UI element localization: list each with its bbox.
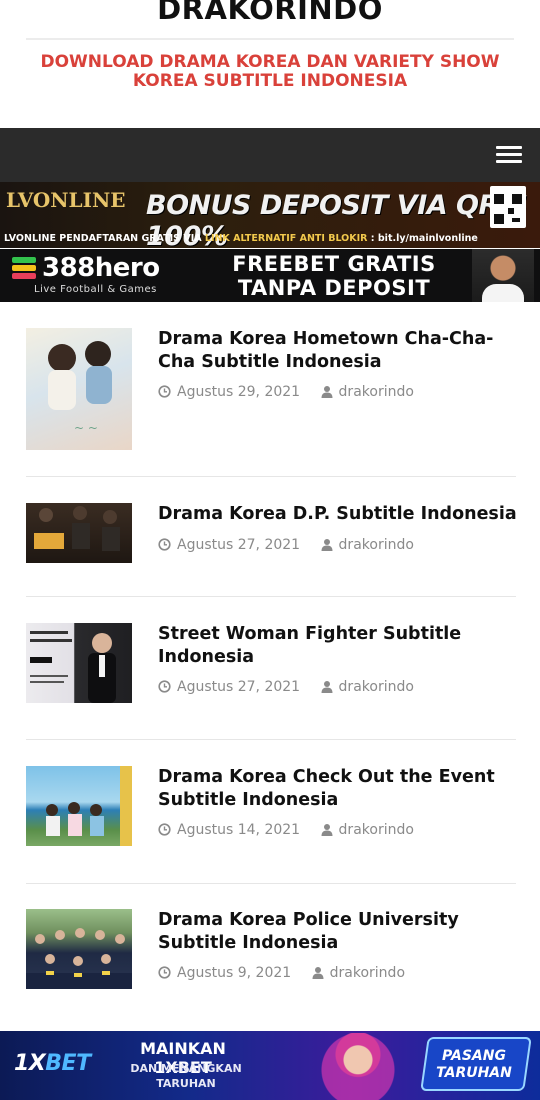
post-date: Agustus 9, 2021 <box>177 965 292 981</box>
site-header: DRAKORINDO DOWNLOAD DRAMA KOREA DAN VARI… <box>0 0 540 128</box>
main-navbar <box>0 128 540 182</box>
post-author[interactable]: drakorindo <box>339 822 414 838</box>
post-thumbnail[interactable] <box>26 503 132 563</box>
post-thumbnail[interactable] <box>26 623 132 703</box>
post-item: Drama Korea D.P. Subtitle Indonesia Agus… <box>26 503 518 563</box>
post-title[interactable]: Drama Korea Check Out the Event Subtitle… <box>158 766 518 812</box>
clock-icon <box>158 823 171 840</box>
post-title[interactable]: Drama Korea Hometown Cha-Cha-Cha Subtitl… <box>158 328 518 374</box>
post-thumbnail[interactable] <box>26 909 132 989</box>
author-meta: drakorindo <box>321 679 414 695</box>
header-divider <box>26 38 514 40</box>
post-author[interactable]: drakorindo <box>339 384 414 400</box>
post-divider <box>26 883 516 884</box>
author-meta: drakorindo <box>321 384 414 400</box>
thumbnail-art: ~ ~ <box>48 341 112 435</box>
thumbnail-art <box>46 766 132 846</box>
clock-icon <box>158 966 171 983</box>
post-divider <box>26 739 516 740</box>
ad-player-image <box>472 249 534 302</box>
ad-model-image <box>318 1033 398 1100</box>
author-meta: drakorindo <box>321 822 414 838</box>
post-thumbnail[interactable]: ~ ~ <box>26 328 132 450</box>
post-thumbnail[interactable] <box>26 766 132 846</box>
post-meta: Agustus 27, 2021 drakorindo <box>158 537 414 555</box>
clock-icon <box>158 680 171 697</box>
user-icon <box>321 823 333 840</box>
thumbnail-art <box>34 506 120 551</box>
post-divider <box>26 596 516 597</box>
lvonline-logo: LVONLINE <box>6 188 126 212</box>
1xbet-ad-banner[interactable]: 1XBET MAINKAN 1XBET DAN MENANGKAN TARUHA… <box>0 1031 540 1100</box>
388hero-ad-headline: FREEBET GRATIS TANPA DEPOSIT <box>232 252 436 300</box>
post-item: Street Woman Fighter Subtitle Indonesia … <box>26 623 516 703</box>
post-author[interactable]: drakorindo <box>330 965 405 981</box>
clock-icon <box>158 538 171 555</box>
post-date: Agustus 14, 2021 <box>177 822 301 838</box>
1xbet-ad-subline: DAN MENANGKAN TARUHAN <box>130 1062 242 1090</box>
post-author[interactable]: drakorindo <box>339 679 414 695</box>
post-title[interactable]: Drama Korea D.P. Subtitle Indonesia <box>158 503 518 526</box>
post-date: Agustus 29, 2021 <box>177 384 301 400</box>
author-meta: drakorindo <box>312 965 405 981</box>
post-meta: Agustus 14, 2021 drakorindo <box>158 822 414 840</box>
post-divider <box>26 476 516 477</box>
hamburger-menu-icon[interactable] <box>496 146 522 164</box>
qr-code-icon <box>490 186 526 228</box>
post-meta: Agustus 29, 2021 drakorindo <box>158 384 414 402</box>
1xbet-logo: 1XBET <box>14 1051 91 1076</box>
user-icon <box>321 680 333 697</box>
388hero-ad-banner[interactable]: 388hero Live Football & Games FREEBET GR… <box>0 249 540 302</box>
svg-text:~ ~: ~ ~ <box>74 421 98 435</box>
user-icon <box>321 385 333 402</box>
post-item: Drama Korea Check Out the Event Subtitle… <box>26 766 516 846</box>
author-meta: drakorindo <box>321 537 414 553</box>
388hero-tagline: Live Football & Games <box>34 284 157 295</box>
post-meta: Agustus 27, 2021 drakorindo <box>158 679 414 697</box>
post-author[interactable]: drakorindo <box>339 537 414 553</box>
user-icon <box>321 538 333 555</box>
post-title[interactable]: Drama Korea Police University Subtitle I… <box>158 909 518 955</box>
post-item: ~ ~ Drama Korea Hometown Cha-Cha-Cha Sub… <box>26 328 516 450</box>
place-bet-button[interactable]: PASANG TARUHAN <box>426 1048 522 1082</box>
post-title[interactable]: Street Woman Fighter Subtitle Indonesia <box>158 623 518 669</box>
clock-icon <box>158 385 171 402</box>
post-meta: Agustus 9, 2021 drakorindo <box>158 965 405 983</box>
thumbnail-art <box>26 928 132 989</box>
post-date: Agustus 27, 2021 <box>177 537 301 553</box>
post-date: Agustus 27, 2021 <box>177 679 301 695</box>
thumbnail-art <box>30 631 116 703</box>
site-title[interactable]: DRAKORINDO <box>0 0 540 26</box>
site-tagline: DOWNLOAD DRAMA KOREA DAN VARIETY SHOW KO… <box>40 52 500 91</box>
user-icon <box>312 966 324 983</box>
lvonline-ad-subline: LVONLINE PENDAFTARAN GRATIS VIA LINK ALT… <box>4 233 478 244</box>
lvonline-ad-banner[interactable]: LVONLINE BONUS DEPOSIT VIA QRIS 100% LVO… <box>0 182 540 248</box>
388hero-logo-icon <box>12 255 38 281</box>
post-item: Drama Korea Police University Subtitle I… <box>26 909 516 989</box>
388hero-logo: 388hero <box>42 253 160 283</box>
